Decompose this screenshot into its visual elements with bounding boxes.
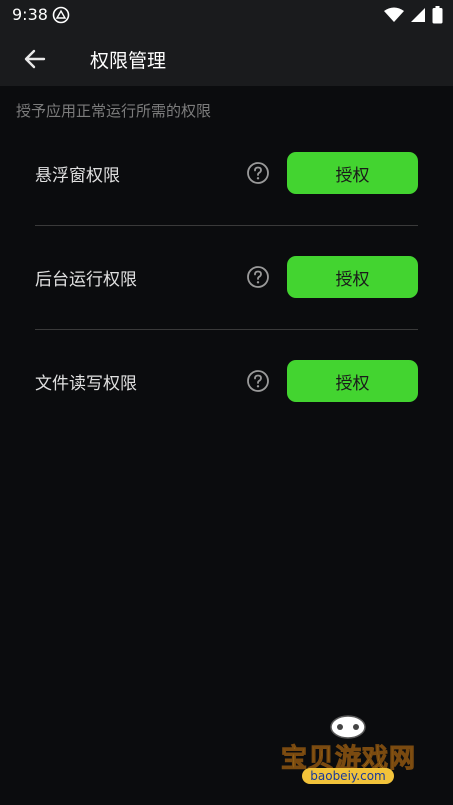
page-title: 权限管理 bbox=[90, 50, 167, 72]
wifi-icon bbox=[384, 7, 404, 27]
watermark-logo: 宝贝游戏网 baobeiy.com bbox=[276, 712, 421, 802]
permission-row-background-run: 后台运行权限 授权 bbox=[35, 225, 418, 330]
status-time: 9:38 bbox=[12, 5, 48, 24]
question-icon[interactable] bbox=[246, 161, 270, 185]
arrow-left-icon[interactable] bbox=[22, 46, 48, 72]
authorize-button[interactable]: 授权 bbox=[287, 360, 418, 402]
question-icon[interactable] bbox=[246, 369, 270, 393]
signal-icon bbox=[410, 7, 426, 27]
authorize-button[interactable]: 授权 bbox=[287, 256, 418, 298]
status-bar: 9:38 bbox=[0, 0, 453, 30]
status-icons bbox=[384, 6, 443, 28]
page-subtitle: 授予应用正常运行所需的权限 bbox=[16, 102, 212, 120]
permission-label: 后台运行权限 bbox=[35, 270, 137, 290]
battery-icon bbox=[432, 6, 443, 28]
watermark-url: baobeiy.com bbox=[302, 768, 394, 784]
permission-row-floating-window: 悬浮窗权限 授权 bbox=[35, 121, 418, 226]
authorize-button[interactable]: 授权 bbox=[287, 152, 418, 194]
permission-row-file-rw: 文件读写权限 授权 bbox=[35, 329, 418, 434]
permission-label: 悬浮窗权限 bbox=[35, 166, 120, 186]
app-notification-icon bbox=[52, 6, 70, 24]
permission-label: 文件读写权限 bbox=[35, 374, 137, 394]
app-bar: 权限管理 bbox=[0, 30, 453, 86]
question-icon[interactable] bbox=[246, 265, 270, 289]
